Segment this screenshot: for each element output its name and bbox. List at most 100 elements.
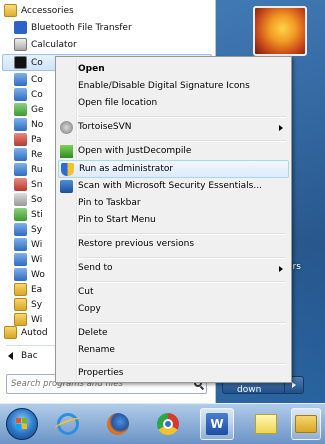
program-label: Co xyxy=(31,89,43,100)
menu-item-label: Delete xyxy=(78,328,108,338)
program-label: Autod xyxy=(21,327,48,338)
taskbar-windows-explorer[interactable] xyxy=(291,408,321,440)
justdecompile-icon xyxy=(60,145,73,158)
menu-item-delete[interactable]: Delete xyxy=(58,325,289,343)
program-label: Wi xyxy=(31,239,43,250)
taskbar-firefox[interactable] xyxy=(101,408,135,440)
start-button[interactable] xyxy=(6,408,38,440)
paint-icon xyxy=(14,133,27,146)
menu-separator xyxy=(78,140,286,142)
menu-item-label: Cut xyxy=(78,287,94,297)
menu-item-open-with-justdecompile[interactable]: Open with JustDecompile xyxy=(58,143,289,161)
program-folder-accessories[interactable]: Accessories xyxy=(4,3,209,18)
sticky-notes-icon xyxy=(255,414,277,434)
folder-icon xyxy=(4,326,17,339)
taskbar-word[interactable]: W xyxy=(200,408,234,440)
menu-item-restore-previous-versions[interactable]: Restore previous versions xyxy=(58,236,289,254)
menu-item-enable-disable-signature-icons[interactable]: Enable/Disable Digital Signature Icons xyxy=(58,78,289,96)
menu-separator xyxy=(78,281,286,283)
menu-item-copy[interactable]: Copy xyxy=(58,301,289,319)
program-label: No xyxy=(31,119,44,130)
menu-item-open-file-location[interactable]: Open file location xyxy=(58,95,289,113)
program-label: Ea xyxy=(31,284,43,295)
bluetooth-icon xyxy=(14,21,27,34)
chrome-icon xyxy=(157,413,179,435)
menu-item-rename[interactable]: Rename xyxy=(58,342,289,360)
program-icon xyxy=(14,238,27,251)
run-icon xyxy=(14,163,27,176)
word-icon: W xyxy=(206,413,228,435)
program-label: Ru xyxy=(31,164,43,175)
folder-icon xyxy=(14,298,27,311)
menu-item-open[interactable]: Open xyxy=(58,61,289,79)
menu-item-tortoisesvn[interactable]: TortoiseSVN xyxy=(58,119,289,137)
taskbar-internet-explorer[interactable] xyxy=(51,408,85,440)
security-essentials-icon xyxy=(60,180,73,193)
submenu-arrow-icon xyxy=(279,125,283,131)
sound-recorder-icon xyxy=(14,193,27,206)
program-icon xyxy=(14,73,27,86)
menu-item-label: Open with JustDecompile xyxy=(78,146,192,156)
program-icon xyxy=(14,223,27,236)
notepad-icon xyxy=(14,118,27,131)
menu-item-label: Rename xyxy=(78,345,115,355)
calculator-icon xyxy=(14,38,27,51)
menu-item-label: Open file location xyxy=(78,98,158,108)
program-label: Wi xyxy=(31,254,43,265)
program-label: Sy xyxy=(31,299,43,310)
program-icon xyxy=(14,88,27,101)
program-item-calculator[interactable]: Calculator xyxy=(14,37,215,52)
menu-item-pin-to-taskbar[interactable]: Pin to Taskbar xyxy=(58,195,289,213)
menu-item-pin-to-start-menu[interactable]: Pin to Start Menu xyxy=(58,212,289,230)
menu-item-run-as-administrator[interactable]: Run as administrator xyxy=(58,160,289,178)
submenu-arrow-icon xyxy=(279,266,283,272)
menu-separator xyxy=(78,116,286,118)
menu-item-cut[interactable]: Cut xyxy=(58,284,289,302)
folder-icon xyxy=(295,415,317,433)
menu-separator xyxy=(78,233,286,235)
menu-item-label: Send to xyxy=(78,263,113,273)
menu-item-label: Scan with Microsoft Security Essentials.… xyxy=(78,181,262,191)
program-icon xyxy=(14,103,27,116)
menu-item-label: Pin to Start Menu xyxy=(78,215,156,225)
user-account-picture[interactable] xyxy=(253,6,307,56)
menu-item-label: Pin to Taskbar xyxy=(78,198,141,208)
menu-item-label: Copy xyxy=(78,304,101,314)
taskbar-sticky-notes[interactable] xyxy=(249,408,283,440)
folder-icon xyxy=(4,4,17,17)
menu-separator xyxy=(78,257,286,259)
back-label: Bac xyxy=(21,351,38,361)
menu-item-label: TortoiseSVN xyxy=(78,122,132,132)
program-label: Co xyxy=(31,57,43,68)
windows-logo-icon xyxy=(16,418,28,430)
program-label: Bluetooth File Transfer xyxy=(31,22,132,33)
program-label: Wo xyxy=(31,269,45,280)
sticky-notes-icon xyxy=(14,208,27,221)
menu-item-label: Properties xyxy=(78,368,124,378)
internet-explorer-icon xyxy=(57,413,79,435)
taskbar-chrome[interactable] xyxy=(151,408,185,440)
program-label: Sti xyxy=(31,209,43,220)
snipping-tool-icon xyxy=(14,178,27,191)
program-item-bluetooth[interactable]: Bluetooth File Transfer xyxy=(14,20,215,35)
menu-item-label: Run as administrator xyxy=(79,164,174,174)
program-label: Ge xyxy=(31,104,44,115)
program-icon xyxy=(14,148,27,161)
firefox-icon xyxy=(107,413,129,435)
program-label: Wi xyxy=(31,314,43,325)
tortoise-svn-icon xyxy=(60,121,73,134)
menu-item-label: Open xyxy=(78,64,105,74)
program-label: Sn xyxy=(31,179,43,190)
menu-item-label: Enable/Disable Digital Signature Icons xyxy=(78,81,250,91)
uac-shield-icon xyxy=(61,163,74,176)
program-label: Accessories xyxy=(21,5,74,16)
menu-item-properties[interactable]: Properties xyxy=(58,365,289,383)
program-label: Calculator xyxy=(31,39,77,50)
menu-separator xyxy=(78,322,286,324)
program-label: Re xyxy=(31,149,43,160)
command-prompt-icon xyxy=(14,56,27,69)
menu-item-scan-security-essentials[interactable]: Scan with Microsoft Security Essentials.… xyxy=(58,178,289,196)
menu-item-send-to[interactable]: Send to xyxy=(58,260,289,278)
folder-icon xyxy=(14,283,27,296)
program-label: Co xyxy=(31,74,43,85)
